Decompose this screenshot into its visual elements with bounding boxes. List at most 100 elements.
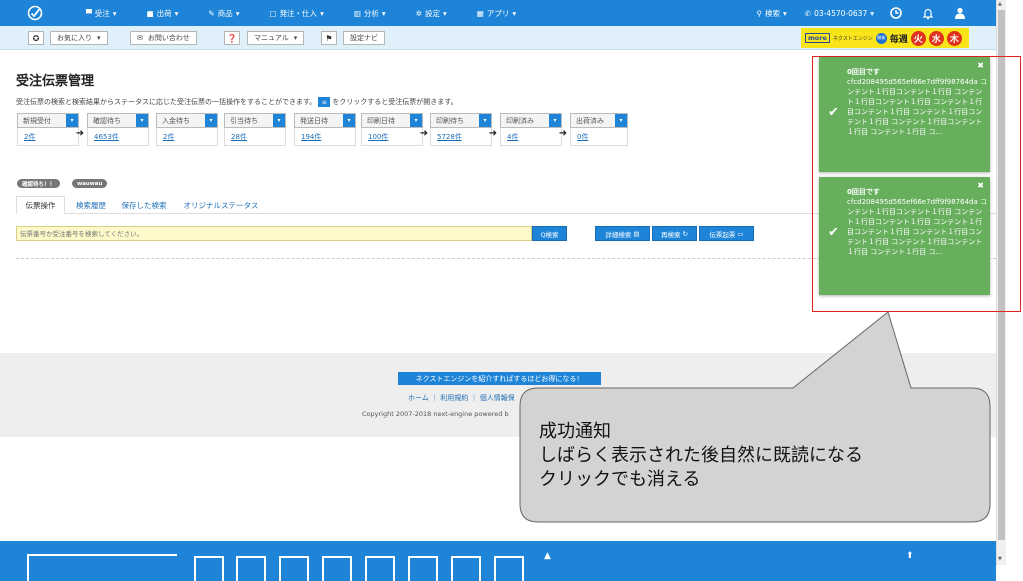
manual-button[interactable]: マニュアル ▾ [247, 31, 305, 45]
nav-shipping[interactable]: ■ 出荷 ▾ [147, 8, 179, 19]
status-confirm[interactable]: 確認待ち ▾ 4653件 [87, 113, 149, 153]
app-logo[interactable] [22, 0, 48, 26]
status-count[interactable]: 194件 [294, 128, 356, 146]
bottom-app-icon[interactable] [279, 556, 309, 581]
page-title: 受注伝票管理 [16, 74, 95, 89]
status-count[interactable]: 4653件 [87, 128, 149, 146]
caret-icon: ▾ [235, 8, 240, 18]
favorite-button[interactable]: お気に入り ▾ [50, 31, 108, 45]
search-input[interactable] [16, 226, 532, 241]
caret-icon: ▾ [174, 8, 179, 18]
status-count[interactable]: 4件 [500, 128, 562, 146]
nav-purchase[interactable]: □ 発注・仕入 ▾ [269, 8, 323, 19]
nav-products[interactable]: ✎ 商品 ▾ [208, 8, 239, 19]
close-icon[interactable]: ✖ [977, 181, 984, 190]
truck-icon: ■ [146, 8, 154, 18]
bottom-app-icon[interactable] [322, 556, 352, 581]
scroll-down-icon[interactable]: ▼ [998, 556, 1002, 562]
setup-nav-button[interactable]: 設定ナビ [343, 31, 385, 45]
toast-body: cfcd208495d565ef66e7dff9f98764da コンテント１行… [847, 78, 987, 136]
bottom-app-icon[interactable] [365, 556, 395, 581]
nav-right: ⚲ 検索 ▾ ✆ 03-4570-0637 ▾ [739, 7, 996, 20]
dropdown-icon[interactable]: ▾ [273, 114, 285, 127]
more-logo: more [805, 33, 830, 43]
bottom-app-icon[interactable] [194, 556, 224, 581]
callout-text: 成功通知 しばらく表示された後自然に既読になる クリックでも消える [539, 421, 863, 490]
nav-phone[interactable]: ✆ 03-4570-0637 ▾ [805, 9, 874, 18]
success-toast[interactable]: ✖ ✔ 0回目です cfcd208495d565ef66e7dff9f98764… [819, 177, 990, 295]
sub-bar: ✪ お気に入り ▾ ✉ お問い合わせ ❓ マニュアル ▾ ⚑ 設定ナビ more ネク… [0, 26, 996, 50]
status-print-wait[interactable]: 印刷待ち ▾ 5728件 [430, 113, 492, 153]
saved-filter-chip[interactable]: 確認待ち！！ [17, 179, 61, 188]
page-description: 受注伝票の検索と検索結果からステータスに応じた受注伝票の一括操作をすることができ… [16, 97, 458, 107]
saved-filter-chip[interactable]: wauwau [72, 179, 108, 188]
referral-button[interactable]: ネクストエンジンを紹介すればするほどお得になる！ [398, 372, 601, 385]
promo-banner[interactable]: more ネクストエンジン 開催 毎週 火 水 木 [801, 28, 969, 48]
status-count[interactable]: 28件 [224, 128, 286, 146]
nav-settings[interactable]: ✲ 設定 ▾ [416, 8, 447, 19]
tab-search-history[interactable]: 検索履歴 [69, 196, 113, 214]
bottom-app-icon[interactable] [408, 556, 438, 581]
dropdown-icon[interactable]: ▾ [136, 114, 148, 127]
research-button[interactable]: 再検索 ↻ [652, 226, 697, 241]
dropdown-icon[interactable]: ▾ [205, 114, 217, 127]
bell-icon [922, 8, 934, 19]
caret-icon: ▾ [97, 34, 101, 42]
footer-links[interactable]: ホーム ｜ 利用規約 ｜ 個人情報保 [408, 393, 515, 403]
card-icon: ▭ [737, 229, 744, 238]
search-icon: ⚲ [756, 8, 763, 18]
status-new[interactable]: 新規受付 ▾ 2件 [17, 113, 79, 153]
scroll-up-icon[interactable]: ▲ [998, 1, 1002, 7]
nav-orders[interactable]: ▀ 受注 ▾ [86, 8, 117, 19]
copyright: Copyright 2007-2018 next-engine powered … [362, 410, 509, 418]
status-print-date[interactable]: 印刷日待 ▾ 100件 [361, 113, 423, 153]
status-count[interactable]: 0件 [570, 128, 628, 146]
status-count[interactable]: 2件 [156, 128, 218, 146]
help-button[interactable]: ❓ [224, 31, 240, 45]
top-nav: ▀ 受注 ▾ ■ 出荷 ▾ ✎ 商品 ▾ □ 発注・仕入 ▾ ▥ 分析 ▾ ✲ 設定 ▾ ▦ アプリ ▾ ⚲… [0, 0, 996, 26]
banner-day: 木 [946, 30, 962, 46]
caret-icon: ▾ [512, 8, 517, 18]
tab-slip-ops[interactable]: 伝票操作 [16, 196, 65, 214]
tab-saved-search[interactable]: 保存した検索 [116, 196, 172, 214]
caret-icon: ▾ [870, 8, 874, 18]
nav-search[interactable]: ⚲ 検索 ▾ [757, 8, 787, 19]
toast-title: 0回目です [847, 68, 880, 76]
close-icon[interactable]: ✖ [977, 61, 984, 70]
search-button[interactable]: Q検索 [532, 226, 567, 241]
advanced-search-button[interactable]: 詳細検索 ▤ [595, 226, 650, 241]
list-icon: ▤ [633, 229, 640, 238]
slip-icon: ≡ [318, 97, 331, 107]
gear-icon: ✲ [415, 8, 422, 18]
create-slip-button[interactable]: 伝票起票 ▭ [699, 226, 754, 241]
status-allocate[interactable]: 引当待ち ▾ 28件 [224, 113, 286, 153]
user-button[interactable] [954, 7, 966, 19]
grid-icon: ▦ [476, 8, 484, 18]
flag-button[interactable]: ⚑ [321, 31, 337, 45]
status-printed[interactable]: 印刷済み ▾ 4件 [500, 113, 562, 153]
success-toast[interactable]: ✖ ✔ 0回目です cfcd208495d565ef66e7dff9f98764… [819, 57, 990, 172]
clock-button[interactable] [890, 7, 902, 19]
toast-body: cfcd208495d565ef66e7dff9f98764da コンテント１行… [847, 198, 987, 256]
status-shipped[interactable]: 出荷済み ▾ 0件 [570, 113, 628, 153]
bottom-app-icon[interactable] [451, 556, 481, 581]
status-count[interactable]: 5728件 [430, 128, 492, 146]
contact-button[interactable]: ✉ お問い合わせ [130, 31, 197, 45]
tab-original-status[interactable]: オリジナルステータス [178, 196, 264, 214]
target-button[interactable]: ✪ [28, 31, 44, 45]
nav-apps[interactable]: ▦ アプリ ▾ [477, 8, 516, 19]
status-count[interactable]: 2件 [17, 128, 79, 146]
bottom-app-icon[interactable] [236, 556, 266, 581]
dropdown-icon[interactable]: ▾ [615, 114, 627, 127]
caret-icon: ▾ [381, 8, 386, 18]
status-count[interactable]: 100件 [361, 128, 423, 146]
nav-analysis[interactable]: ▥ 分析 ▾ [354, 8, 386, 19]
scroll-top-icon[interactable]: ⬆ [906, 551, 914, 561]
logo-icon [27, 5, 43, 21]
status-ship-date[interactable]: 発送日待 ▾ 194件 [294, 113, 356, 153]
notification-button[interactable] [922, 7, 934, 20]
dropdown-icon[interactable]: ▾ [343, 114, 355, 127]
banner-brand: ネクストエンジン [832, 35, 873, 42]
bottom-app-icon[interactable] [494, 556, 524, 581]
status-payment[interactable]: 入金待ち ▾ 2件 [156, 113, 218, 153]
